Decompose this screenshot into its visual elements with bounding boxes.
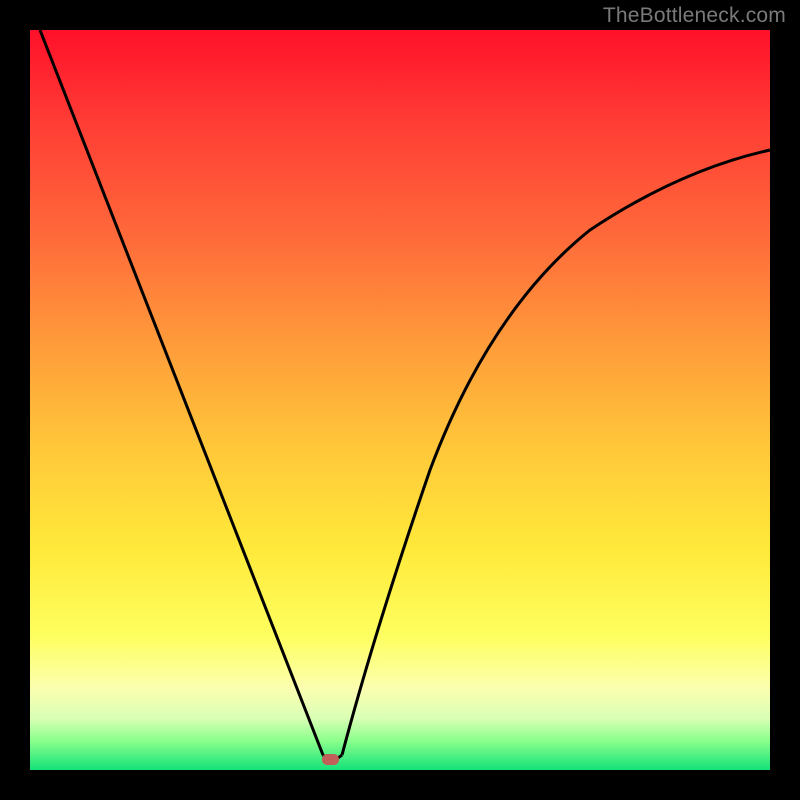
watermark-text: TheBottleneck.com — [603, 4, 786, 28]
curve-left-branch — [40, 30, 323, 755]
chart-frame: TheBottleneck.com — [0, 0, 800, 800]
curve-right-branch — [342, 150, 770, 755]
bottleneck-curve — [30, 30, 770, 770]
minimum-marker — [322, 754, 339, 765]
plot-area — [30, 30, 770, 770]
